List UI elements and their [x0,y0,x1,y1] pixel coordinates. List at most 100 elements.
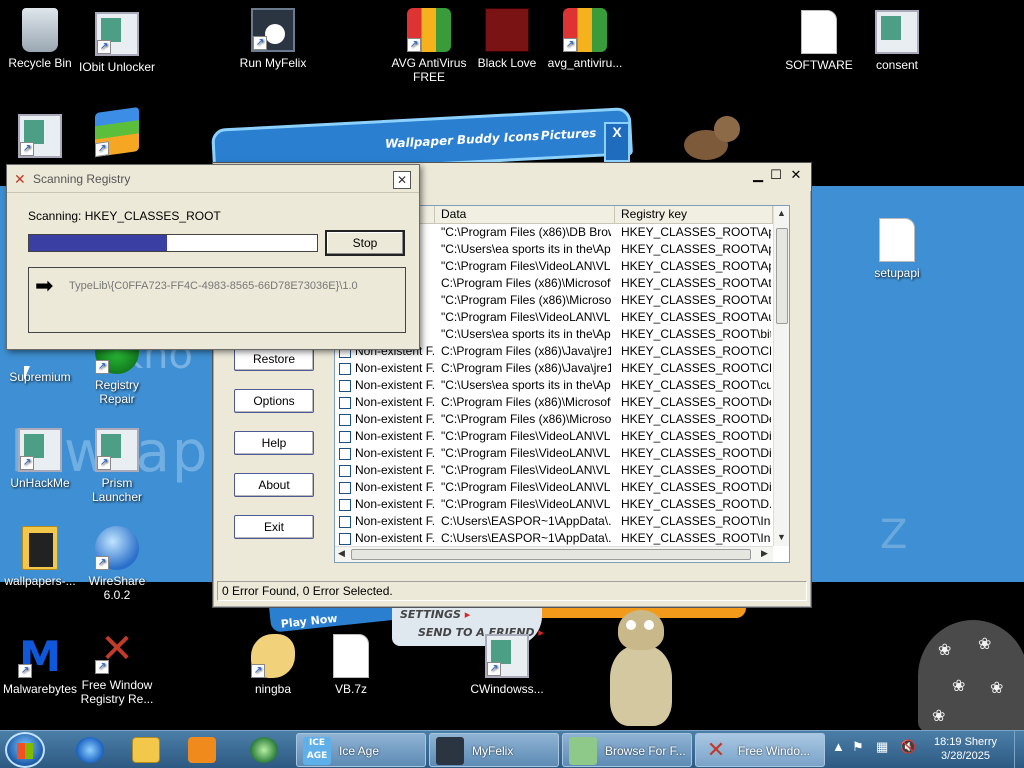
game-close-button[interactable]: X [604,122,630,162]
pinned-media-player[interactable] [176,734,228,766]
desktop-icon-avg-installer[interactable]: ↗ avg_antiviru... [545,8,625,70]
desktop-icon-wireshare[interactable]: ↗ WireShare 6.0.2 [77,526,157,602]
shortcut-arrow-icon: ↗ [95,556,109,570]
desktop-icon-unhackme[interactable]: ↗ UnHackMe [0,428,80,490]
help-button[interactable]: Help [234,431,314,455]
paw-icon: ❀ [932,708,946,725]
row-type: Non-existent F... [355,361,435,375]
desktop-icon-wallpapers[interactable]: wallpapers-... [0,526,80,588]
tools-icon: ✕ [14,171,26,187]
pinned-internet-explorer[interactable] [64,734,116,766]
volume-muted-icon[interactable]: 🔇 [900,739,916,755]
column-header-registry-key[interactable]: Registry key [615,206,773,224]
desktop-icon-supremium[interactable]: Supremium [0,370,80,384]
settings-link[interactable]: SETTINGS ▸ [400,608,470,621]
game-tab-pictures[interactable]: Pictures [540,126,596,143]
desktop-icon-software[interactable]: SOFTWARE [779,10,859,72]
column-header-data[interactable]: Data [435,206,615,224]
desktop-icon-vb7z[interactable]: VB.7z [311,634,391,696]
row-checkbox[interactable] [339,414,351,426]
dialog-title-bar[interactable]: ✕ Scanning Registry ✕ [7,165,419,193]
pinned-globe-app[interactable] [238,734,290,766]
shortcut-arrow-icon: ↗ [251,664,265,678]
vertical-scroll-thumb[interactable] [776,228,788,324]
desktop-icon-run-myfelix[interactable]: ↗ Run MyFelix [233,8,313,70]
game-tab-wallpaper[interactable]: Wallpaper [385,133,454,151]
row-checkbox[interactable] [339,363,351,375]
folder-icon [132,737,160,763]
table-row[interactable]: Non-existent F... "C:\Program Files\Video… [335,496,773,513]
desktop-icon-black-love[interactable]: Black Love [467,8,547,70]
flag-icon[interactable]: ⚑ [852,739,864,755]
clock[interactable]: 18:19 Sherry 3/28/2025 [934,735,997,763]
table-row[interactable]: Non-existent F... "C:\Program Files\Video… [335,428,773,445]
table-row[interactable]: Non-existent F... C:\Program Files (x86)\… [335,394,773,411]
desktop-icon-avg-antivirus[interactable]: ↗ AVG AntiVirus FREE [389,8,469,84]
show-hidden-icons-icon[interactable]: ▲ [832,739,845,754]
horizontal-scrollbar[interactable]: ◀ ▶ [335,546,773,562]
options-button[interactable]: Options [234,389,314,413]
desktop-icon-free-window-registry[interactable]: ↗ Free Window Registry Re... [77,626,157,706]
network-icon[interactable]: ▦ [876,739,888,755]
row-checkbox[interactable] [339,533,351,545]
table-row[interactable]: Non-existent F... C:\Users\EASPOR~1\AppDa… [335,513,773,530]
desktop-icon-window[interactable]: ↗ [0,114,80,162]
desktop-icon-prism-launcher[interactable]: ↗ Prism Launcher [77,428,157,504]
row-checkbox[interactable] [339,380,351,392]
about-button[interactable]: About [234,473,314,497]
row-data: "C:\Program Files\VideoLAN\VL... [441,259,611,273]
scroll-right-icon[interactable]: ▶ [761,548,768,559]
desktop-icon-ningba[interactable]: ↗ ningba [233,634,313,696]
desktop-icon-stack[interactable]: ↗ [77,106,157,158]
table-row[interactable]: Non-existent F... C:\Program Files (x86)\… [335,360,773,377]
desktop-icon-iobit-unlocker[interactable]: ↗ IObit Unlocker [77,12,157,74]
desktop-icon-setupapi[interactable]: setupapi [857,218,937,280]
stop-button[interactable]: Stop [325,230,405,256]
scroll-down-icon[interactable]: ▼ [777,532,786,542]
minimize-button[interactable]: ▁ [749,169,767,185]
maximize-button[interactable]: ☐ [767,169,785,185]
table-row[interactable]: Non-existent F... "C:\Program Files\Video… [335,445,773,462]
scroll-left-icon[interactable]: ◀ [338,548,345,559]
row-checkbox[interactable] [339,516,351,528]
row-checkbox[interactable] [339,448,351,460]
row-checkbox[interactable] [339,397,351,409]
restore-button[interactable]: Restore [234,347,314,371]
show-desktop-button[interactable] [1014,731,1024,768]
start-button[interactable] [5,732,45,768]
settings-arrow-icon: ▸ [464,608,471,621]
table-row[interactable]: Non-existent F... "C:\Program Files\Video… [335,479,773,496]
taskbar-item-ice-age[interactable]: ICE AGE Ice Age [296,733,426,767]
taskbar-item-browse-for-folder[interactable]: Browse For F... [562,733,692,767]
desktop-icon-recycle-bin[interactable]: Recycle Bin [0,8,80,70]
vertical-scrollbar[interactable]: ▲ ▼ [773,206,789,546]
pinned-file-explorer[interactable] [120,734,172,766]
table-row[interactable]: Non-existent F... "C:\Program Files (x86)… [335,411,773,428]
row-data: C:\Program Files (x86)\Microsoft ... [441,395,611,409]
scroll-up-icon[interactable]: ▲ [777,208,786,218]
row-checkbox[interactable] [339,465,351,477]
taskbar-item-myfelix[interactable]: MyFelix [429,733,559,767]
desktop-icon-cwindows[interactable]: ↗ CWindowss... [467,634,547,696]
row-data: "C:\Program Files\VideoLAN\VL... [441,463,611,477]
taskbar-item-free-window-registry[interactable]: ✕ Free Windo... [695,733,825,767]
horizontal-scroll-thumb[interactable] [351,549,751,560]
desktop-icon-consent[interactable]: consent [857,10,937,72]
table-row[interactable]: Non-existent F... C:\Users\EASPOR~1\AppDa… [335,530,773,547]
shortcut-arrow-icon: ↗ [95,141,109,158]
avg-antivirus-icon: ↗ [407,8,451,52]
table-row[interactable]: Non-existent F... "C:\Users\ea sports its… [335,377,773,394]
row-checkbox[interactable] [339,499,351,511]
row-registry-key: HKEY_CLASSES_ROOT\Ap... [621,225,771,239]
dialog-close-button[interactable]: ✕ [393,171,411,189]
desktop-icon-malwarebytes[interactable]: ↗ Malwarebytes [0,632,80,696]
table-row[interactable]: Non-existent F... "C:\Program Files\Video… [335,462,773,479]
row-type: Non-existent F... [355,412,435,426]
row-data: C:\Users\EASPOR~1\AppData\... [441,531,611,545]
exit-button[interactable]: Exit [234,515,314,539]
close-button[interactable]: ✕ [787,169,805,185]
row-checkbox[interactable] [339,431,351,443]
row-checkbox[interactable] [339,482,351,494]
scanning-registry-dialog: ✕ Scanning Registry ✕ Scanning: HKEY_CLA… [6,164,420,350]
game-tab-buddy-icons[interactable]: Buddy Icons [457,129,540,147]
